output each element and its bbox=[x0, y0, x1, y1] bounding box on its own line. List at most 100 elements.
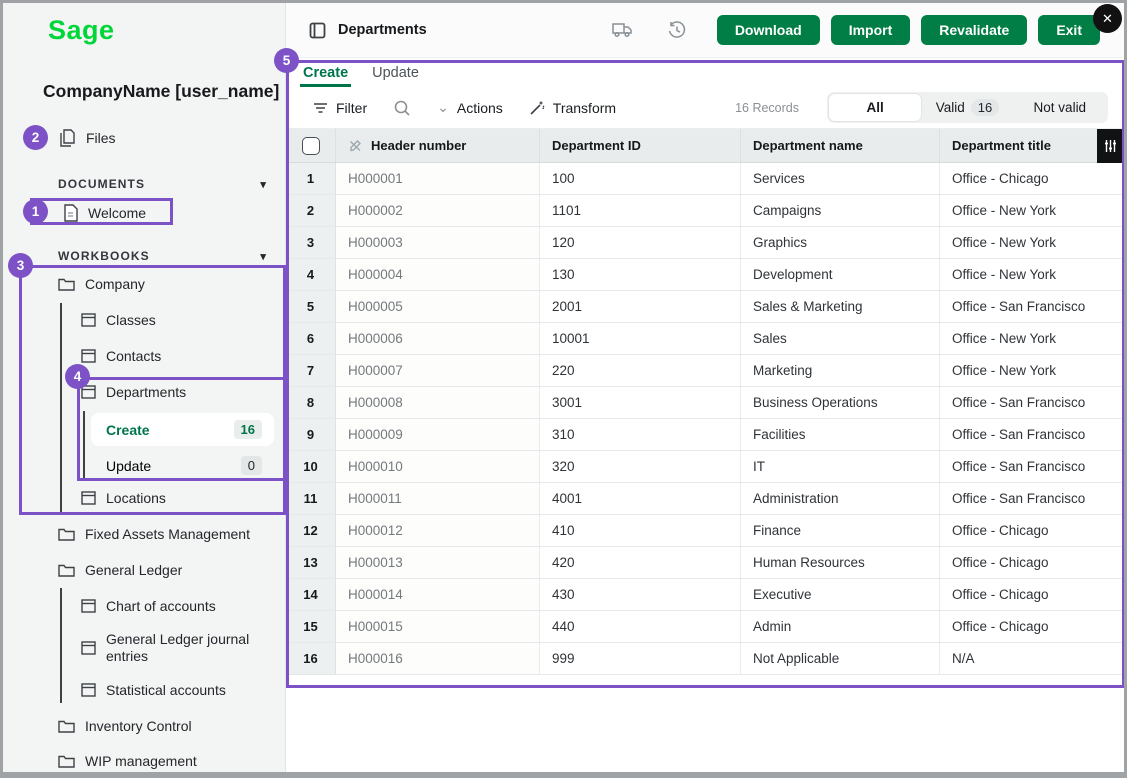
history-icon[interactable] bbox=[667, 20, 687, 40]
transform-button[interactable]: Transform bbox=[529, 100, 616, 116]
cell-header-number[interactable]: H000012 bbox=[336, 515, 540, 546]
table-row[interactable]: 10H000010320ITOffice - San Francisco bbox=[286, 451, 1124, 483]
table-row[interactable]: 9H000009310FacilitiesOffice - San Franci… bbox=[286, 419, 1124, 451]
cell-department-name[interactable]: Business Operations bbox=[741, 387, 940, 418]
table-row[interactable]: 5H0000052001Sales & MarketingOffice - Sa… bbox=[286, 291, 1124, 323]
cell-department-name[interactable]: Facilities bbox=[741, 419, 940, 450]
cell-header-number[interactable]: H000010 bbox=[336, 451, 540, 482]
table-row[interactable]: 13H000013420Human ResourcesOffice - Chic… bbox=[286, 547, 1124, 579]
segment-not-valid[interactable]: Not valid bbox=[1014, 94, 1106, 121]
table-row[interactable]: 3H000003120GraphicsOffice - New York bbox=[286, 227, 1124, 259]
row-number[interactable]: 8 bbox=[286, 387, 336, 418]
cell-department-id[interactable]: 130 bbox=[540, 259, 741, 290]
cell-department-name[interactable]: Sales bbox=[741, 323, 940, 354]
cell-department-name[interactable]: Executive bbox=[741, 579, 940, 610]
column-header-department-id[interactable]: Department ID bbox=[540, 129, 741, 162]
sidebar-item-create[interactable]: Create 16 bbox=[91, 413, 274, 446]
sidebar-item-company[interactable]: Company bbox=[58, 271, 145, 297]
cell-department-title[interactable]: Office - New York bbox=[940, 323, 1124, 354]
cell-department-title[interactable]: Office - Chicago bbox=[940, 547, 1124, 578]
row-number[interactable]: 4 bbox=[286, 259, 336, 290]
sidebar-item-departments[interactable]: Departments bbox=[81, 379, 186, 405]
documents-section-header[interactable]: DOCUMENTS ▾ bbox=[58, 174, 267, 194]
row-number[interactable]: 12 bbox=[286, 515, 336, 546]
cell-department-name[interactable]: IT bbox=[741, 451, 940, 482]
cell-department-id[interactable]: 420 bbox=[540, 547, 741, 578]
cell-department-id[interactable]: 999 bbox=[540, 643, 741, 674]
column-header-department-name[interactable]: Department name bbox=[741, 129, 940, 162]
cell-department-name[interactable]: Sales & Marketing bbox=[741, 291, 940, 322]
table-row[interactable]: 15H000015440AdminOffice - Chicago bbox=[286, 611, 1124, 643]
cell-department-name[interactable]: Development bbox=[741, 259, 940, 290]
table-row[interactable]: 4H000004130DevelopmentOffice - New York bbox=[286, 259, 1124, 291]
table-row[interactable]: 14H000014430ExecutiveOffice - Chicago bbox=[286, 579, 1124, 611]
row-number[interactable]: 10 bbox=[286, 451, 336, 482]
row-number[interactable]: 2 bbox=[286, 195, 336, 226]
table-row[interactable]: 6H00000610001SalesOffice - New York bbox=[286, 323, 1124, 355]
cell-department-name[interactable]: Campaigns bbox=[741, 195, 940, 226]
table-row[interactable]: 11H0000114001AdministrationOffice - San … bbox=[286, 483, 1124, 515]
cell-header-number[interactable]: H000005 bbox=[336, 291, 540, 322]
cell-department-id[interactable]: 320 bbox=[540, 451, 741, 482]
table-row[interactable]: 12H000012410FinanceOffice - Chicago bbox=[286, 515, 1124, 547]
row-number[interactable]: 7 bbox=[286, 355, 336, 386]
sidebar-item-welcome[interactable]: Welcome bbox=[63, 200, 146, 226]
cell-department-name[interactable]: Finance bbox=[741, 515, 940, 546]
cell-department-name[interactable]: Services bbox=[741, 163, 940, 194]
cell-department-id[interactable]: 120 bbox=[540, 227, 741, 258]
cell-department-title[interactable]: Office - New York bbox=[940, 195, 1124, 226]
cell-header-number[interactable]: H000013 bbox=[336, 547, 540, 578]
cell-department-id[interactable]: 1101 bbox=[540, 195, 741, 226]
cell-header-number[interactable]: H000006 bbox=[336, 323, 540, 354]
row-number[interactable]: 16 bbox=[286, 643, 336, 674]
exit-button[interactable]: Exit bbox=[1038, 15, 1100, 45]
sidebar-item-classes[interactable]: Classes bbox=[81, 307, 156, 333]
select-all-checkbox[interactable] bbox=[302, 137, 320, 155]
row-number[interactable]: 6 bbox=[286, 323, 336, 354]
search-button[interactable] bbox=[393, 99, 411, 117]
row-number[interactable]: 1 bbox=[286, 163, 336, 194]
table-row[interactable]: 16H000016999Not ApplicableN/A bbox=[286, 643, 1124, 675]
cell-department-id[interactable]: 4001 bbox=[540, 483, 741, 514]
cell-department-title[interactable]: Office - San Francisco bbox=[940, 451, 1124, 482]
tab-create[interactable]: Create bbox=[303, 58, 348, 87]
cell-header-number[interactable]: H000014 bbox=[336, 579, 540, 610]
table-row[interactable]: 8H0000083001Business OperationsOffice - … bbox=[286, 387, 1124, 419]
row-number[interactable]: 3 bbox=[286, 227, 336, 258]
row-number[interactable]: 5 bbox=[286, 291, 336, 322]
cell-department-title[interactable]: Office - Chicago bbox=[940, 611, 1124, 642]
cell-department-id[interactable]: 430 bbox=[540, 579, 741, 610]
cell-department-name[interactable]: Admin bbox=[741, 611, 940, 642]
cell-department-name[interactable]: Not Applicable bbox=[741, 643, 940, 674]
cell-header-number[interactable]: H000015 bbox=[336, 611, 540, 642]
sidebar-item-statistical-accounts[interactable]: Statistical accounts bbox=[81, 677, 226, 703]
cell-header-number[interactable]: H000008 bbox=[336, 387, 540, 418]
segment-valid[interactable]: Valid 16 bbox=[921, 94, 1013, 121]
sidebar-item-fixed-assets[interactable]: Fixed Assets Management bbox=[58, 521, 250, 547]
cell-department-title[interactable]: Office - San Francisco bbox=[940, 387, 1124, 418]
filter-button[interactable]: Filter bbox=[313, 100, 367, 116]
revalidate-button[interactable]: Revalidate bbox=[921, 15, 1027, 45]
cell-department-id[interactable]: 440 bbox=[540, 611, 741, 642]
sidebar-item-chart-of-accounts[interactable]: Chart of accounts bbox=[81, 593, 216, 619]
row-number[interactable]: 14 bbox=[286, 579, 336, 610]
row-number[interactable]: 15 bbox=[286, 611, 336, 642]
cell-department-id[interactable]: 100 bbox=[540, 163, 741, 194]
cell-header-number[interactable]: H000011 bbox=[336, 483, 540, 514]
cell-department-title[interactable]: Office - Chicago bbox=[940, 163, 1124, 194]
table-row[interactable]: 2H0000021101CampaignsOffice - New York bbox=[286, 195, 1124, 227]
cell-department-id[interactable]: 2001 bbox=[540, 291, 741, 322]
download-button[interactable]: Download bbox=[717, 15, 820, 45]
cell-department-title[interactable]: Office - Chicago bbox=[940, 579, 1124, 610]
cell-department-id[interactable]: 3001 bbox=[540, 387, 741, 418]
cell-header-number[interactable]: H000009 bbox=[336, 419, 540, 450]
sidebar-item-inventory-control[interactable]: Inventory Control bbox=[58, 713, 192, 739]
column-header-header-number[interactable]: Header number bbox=[336, 129, 540, 162]
cell-department-title[interactable]: Office - San Francisco bbox=[940, 291, 1124, 322]
cell-department-title[interactable]: Office - New York bbox=[940, 355, 1124, 386]
sidebar-item-general-ledger[interactable]: General Ledger bbox=[58, 557, 182, 583]
cell-department-id[interactable]: 220 bbox=[540, 355, 741, 386]
import-button[interactable]: Import bbox=[831, 15, 911, 45]
delivery-truck-icon[interactable] bbox=[611, 21, 633, 39]
column-settings-button[interactable] bbox=[1097, 129, 1124, 163]
